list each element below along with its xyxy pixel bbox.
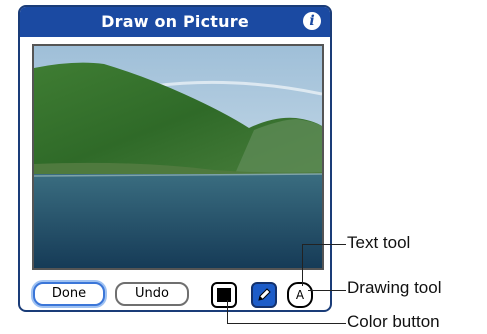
draw-on-picture-window: Draw on Picture i Done Undo A: [18, 5, 332, 312]
drawing-tool-button[interactable]: [251, 282, 277, 308]
done-button[interactable]: Done: [33, 282, 105, 306]
callout-line-color-button: [227, 323, 346, 324]
pencil-icon: [258, 288, 271, 301]
undo-button[interactable]: Undo: [115, 282, 189, 306]
callout-line-drawing-tool: [308, 290, 346, 291]
title-bar: Draw on Picture i: [20, 7, 330, 37]
picture-canvas[interactable]: [32, 44, 324, 270]
callout-text-tool: Text tool: [347, 233, 411, 252]
window-title: Draw on Picture: [101, 12, 249, 31]
info-icon[interactable]: i: [303, 12, 321, 30]
callout-drawing-tool: Drawing tool: [347, 278, 442, 297]
landscape-photo: [34, 46, 322, 268]
callout-line-color-button: [227, 300, 228, 324]
text-tool-button[interactable]: A: [287, 282, 313, 308]
callout-color-button: Color button: [347, 312, 440, 331]
callout-line-text-tool: [302, 244, 346, 245]
color-button[interactable]: [211, 282, 237, 308]
callout-line-text-tool: [302, 244, 303, 286]
color-swatch-icon: [217, 288, 231, 302]
